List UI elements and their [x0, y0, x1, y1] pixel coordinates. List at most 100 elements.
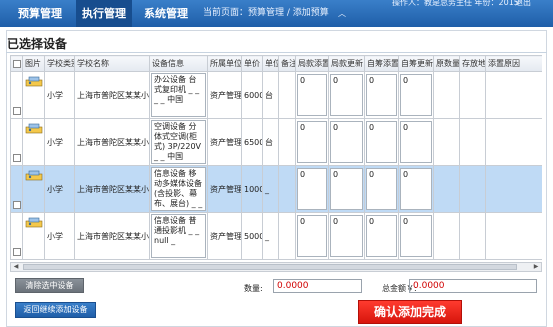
row-checkbox-cell[interactable] — [10, 212, 23, 260]
equipment-image — [22, 71, 45, 119]
table-header-row: 图片 学校类别 学校名称 设备信息 所属单位 单价 单位 备注 局款添置 局款更… — [10, 55, 542, 72]
self-update-input[interactable]: 0 — [400, 74, 432, 116]
reason-cell — [485, 212, 542, 260]
table-row[interactable]: 小学 上海市普陀区某某小学 空调设备 分体式空调(柜式) 3P/220V _ _… — [10, 118, 542, 166]
column-header: 自筹添置 — [364, 55, 399, 72]
self-update-cell[interactable]: 0 — [398, 212, 434, 260]
scroll-right-arrow-icon[interactable]: ▶ — [531, 263, 541, 271]
self-update-input[interactable]: 0 — [400, 215, 432, 257]
bureau-update-input[interactable]: 0 — [330, 121, 363, 163]
school-type-cell: 小学 — [44, 71, 75, 119]
unit-org-cell: 资产管理 — [207, 165, 242, 213]
self-update-cell[interactable]: 0 — [398, 71, 434, 119]
scroll-left-arrow-icon[interactable]: ◀ — [11, 263, 21, 271]
price-cell: 6000 — [241, 71, 263, 119]
row-checkbox-cell[interactable] — [10, 165, 23, 213]
equipment-image — [22, 212, 45, 260]
reason-cell — [485, 118, 542, 166]
row-checkbox[interactable] — [12, 200, 21, 209]
bureau-add-cell[interactable]: 0 — [295, 118, 329, 166]
self-add-cell[interactable]: 0 — [364, 118, 399, 166]
self-add-input[interactable]: 0 — [366, 215, 397, 257]
self-add-cell[interactable]: 0 — [364, 165, 399, 213]
logout-link[interactable]: 退出 — [515, 0, 531, 10]
self-add-input[interactable]: 0 — [366, 168, 397, 210]
total-amount-field[interactable]: 0.0000 — [409, 279, 537, 293]
self-update-cell[interactable]: 0 — [398, 165, 434, 213]
table-row[interactable]: 小学 上海市普陀区某某小学 办公设备 台式复印机 _ _ _ _ 中国 资产管理… — [10, 71, 542, 119]
equipment-image-icon — [25, 123, 42, 134]
user-info: 操作人：教是总务主任 年份：2015 — [392, 0, 519, 7]
equipment-info-cell: 信息设备 普通投影机 _ _ null _ — [149, 212, 208, 260]
self-update-input[interactable]: 0 — [400, 168, 432, 210]
bureau-update-cell[interactable]: 0 — [328, 71, 365, 119]
school-name-cell: 上海市普陀区某某小学 — [74, 118, 150, 166]
reason-cell — [485, 165, 542, 213]
unit-cell: 台 — [262, 71, 279, 119]
column-header: 添置原因 — [485, 55, 542, 72]
clear-selected-button[interactable]: 清除选中设备 — [15, 278, 84, 293]
bureau-update-cell[interactable]: 0 — [328, 212, 365, 260]
table-row[interactable]: 小学 上海市普陀区某某小学 信息设备 移动多媒体设备(含投影、幕布、展台) _ … — [10, 165, 542, 213]
unit-org-cell: 资产管理 — [207, 212, 242, 260]
select-all-checkbox[interactable] — [12, 59, 21, 68]
bureau-update-cell[interactable]: 0 — [328, 118, 365, 166]
bureau-update-cell[interactable]: 0 — [328, 165, 365, 213]
nav-execution-management[interactable]: 执行管理 — [76, 0, 132, 27]
column-header: 自筹更新 — [398, 55, 434, 72]
chevron-up-icon[interactable]: ︿ — [338, 0, 346, 27]
equipment-info-text: 空调设备 分体式空调(柜式) 3P/220V _ _ 中国 — [151, 120, 206, 164]
selected-equipment-table: 图片 学校类别 学校名称 设备信息 所属单位 单价 单位 备注 局款添置 局款更… — [10, 55, 542, 262]
column-header: 单位 — [262, 55, 279, 72]
price-cell: 6500 — [241, 118, 263, 166]
orig-qty-cell — [433, 118, 460, 166]
bureau-add-input[interactable]: 0 — [297, 168, 327, 210]
self-add-input[interactable]: 0 — [366, 74, 397, 116]
note-cell — [278, 212, 296, 260]
orig-qty-cell — [433, 212, 460, 260]
bureau-update-input[interactable]: 0 — [330, 215, 363, 257]
self-add-cell[interactable]: 0 — [364, 212, 399, 260]
confirm-add-button[interactable]: 确认添加完成 — [358, 300, 462, 324]
orig-qty-cell — [433, 165, 460, 213]
column-header: 单价 — [241, 55, 263, 72]
self-update-cell[interactable]: 0 — [398, 118, 434, 166]
row-checkbox-cell[interactable] — [10, 118, 23, 166]
bureau-add-cell[interactable]: 0 — [295, 165, 329, 213]
column-header: 原数量 — [433, 55, 460, 72]
bureau-update-input[interactable]: 0 — [330, 168, 363, 210]
nav-system-management[interactable]: 系统管理 — [138, 0, 194, 27]
bureau-add-input[interactable]: 0 — [297, 74, 327, 116]
column-header: 所属单位 — [207, 55, 242, 72]
unit-org-cell: 资产管理 — [207, 71, 242, 119]
row-checkbox[interactable] — [12, 106, 21, 115]
equipment-image-icon — [25, 170, 42, 181]
school-name-cell: 上海市普陀区某某小学 — [74, 71, 150, 119]
equipment-image-icon — [25, 217, 42, 228]
location-cell — [459, 212, 486, 260]
bureau-add-cell[interactable]: 0 — [295, 212, 329, 260]
unit-cell: _ — [262, 165, 279, 213]
scrollbar-thumb[interactable] — [23, 264, 517, 270]
column-header: 存放地 — [459, 55, 486, 72]
nav-budget-management[interactable]: 预算管理 — [12, 0, 68, 27]
bureau-update-input[interactable]: 0 — [330, 74, 363, 116]
horizontal-scrollbar[interactable]: ◀ ▶ — [10, 262, 542, 272]
row-checkbox-cell[interactable] — [10, 71, 23, 119]
self-add-input[interactable]: 0 — [366, 121, 397, 163]
row-checkbox[interactable] — [12, 247, 21, 256]
select-all-cell[interactable] — [10, 55, 23, 72]
table-row[interactable]: 小学 上海市普陀区某某小学 信息设备 普通投影机 _ _ null _ 资产管理… — [10, 212, 542, 260]
bureau-add-input[interactable]: 0 — [297, 215, 327, 257]
quantity-label: 数量: — [244, 284, 263, 293]
self-add-cell[interactable]: 0 — [364, 71, 399, 119]
bureau-add-input[interactable]: 0 — [297, 121, 327, 163]
back-add-more-button[interactable]: 返回继续添加设备 — [15, 302, 96, 318]
self-update-input[interactable]: 0 — [400, 121, 432, 163]
row-checkbox[interactable] — [12, 153, 21, 162]
quantity-field[interactable]: 0.0000 — [273, 279, 362, 293]
bureau-add-cell[interactable]: 0 — [295, 71, 329, 119]
equipment-image — [22, 165, 45, 213]
column-header: 设备信息 — [149, 55, 208, 72]
column-header: 局款更新 — [328, 55, 365, 72]
